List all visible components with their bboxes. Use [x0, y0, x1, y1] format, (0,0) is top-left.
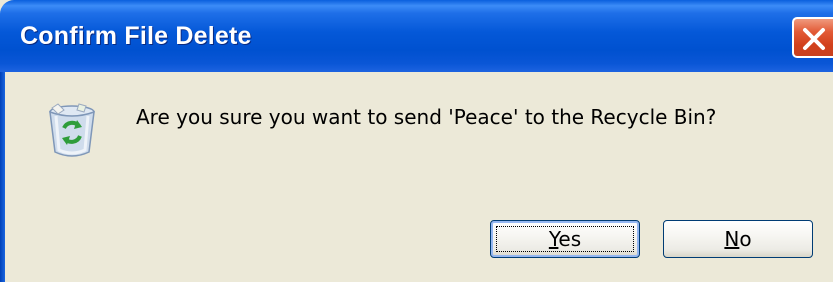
confirm-file-delete-dialog: Confirm File Delete Are you sure you wan…	[0, 0, 833, 282]
dialog-body: Are you sure you want to send 'Peace' to…	[5, 72, 833, 282]
no-button[interactable]: No	[663, 220, 813, 258]
close-button[interactable]	[792, 17, 833, 58]
dialog-title: Confirm File Delete	[20, 22, 252, 50]
confirmation-message: Are you sure you want to send 'Peace' to…	[136, 105, 717, 129]
yes-mnemonic: Y	[548, 227, 559, 251]
yes-label-rest: es	[558, 227, 582, 251]
no-mnemonic: N	[724, 227, 740, 251]
no-label-rest: o	[739, 227, 752, 251]
title-bar[interactable]: Confirm File Delete	[0, 0, 833, 72]
recycle-bin-icon	[49, 103, 95, 157]
yes-button-label: Yes	[549, 227, 581, 251]
yes-button[interactable]: Yes	[490, 220, 640, 258]
close-icon	[803, 28, 825, 50]
no-button-label: No	[724, 227, 751, 251]
